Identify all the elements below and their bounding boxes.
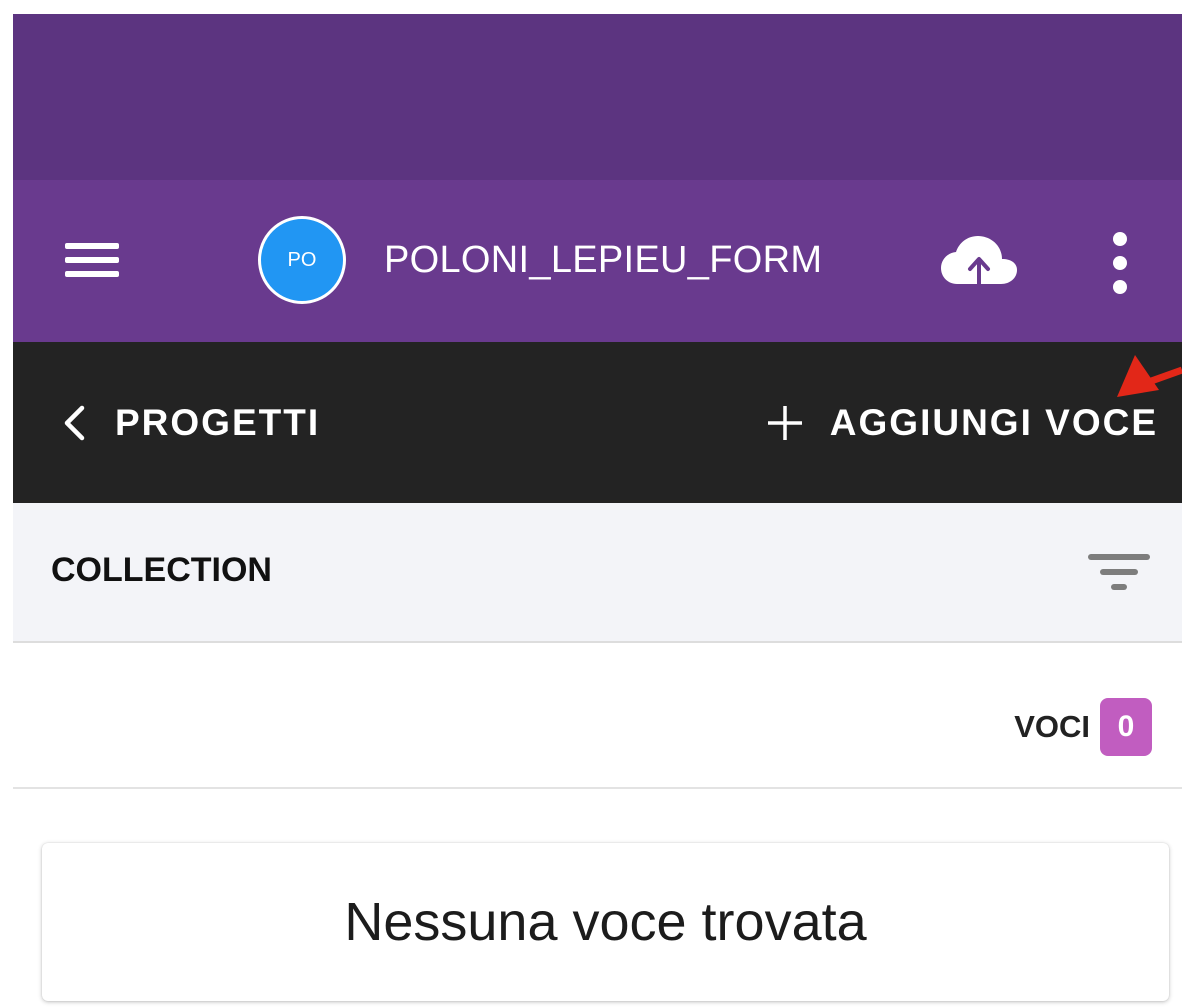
project-avatar[interactable]: PO <box>258 216 346 304</box>
app-screen: PO POLONI_LEPIEU_FORM PROGETTI AGGIUNGI … <box>13 14 1182 1007</box>
status-bar <box>13 14 1182 180</box>
collection-header: COLLECTION <box>13 503 1182 643</box>
chevron-left-icon <box>64 405 85 441</box>
items-count-row: VOCI 0 <box>13 643 1182 789</box>
cloud-upload-icon <box>941 236 1017 288</box>
back-label: PROGETTI <box>115 402 321 443</box>
collection-title: COLLECTION <box>51 551 272 589</box>
upload-button[interactable] <box>940 233 1018 291</box>
back-to-projects-button[interactable]: PROGETTI <box>63 397 320 449</box>
add-item-button[interactable]: AGGIUNGI VOCE <box>766 397 1158 449</box>
nav-bar: PROGETTI AGGIUNGI VOCE <box>13 342 1182 503</box>
project-title: POLONI_LEPIEU_FORM <box>384 239 823 281</box>
add-item-label: AGGIUNGI VOCE <box>829 402 1158 443</box>
app-bar: PO POLONI_LEPIEU_FORM <box>13 180 1182 342</box>
filter-icon <box>1088 554 1150 590</box>
more-vert-icon <box>1113 232 1127 246</box>
items-count-badge: 0 <box>1100 698 1152 756</box>
menu-button[interactable] <box>65 240 121 280</box>
avatar-initials: PO <box>287 248 317 271</box>
filter-button[interactable] <box>1086 553 1152 593</box>
empty-state-message: Nessuna voce trovata <box>344 892 867 952</box>
hamburger-menu-icon <box>65 243 119 249</box>
empty-state-card: Nessuna voce trovata <box>42 843 1169 1001</box>
items-count-label: VOCI <box>1014 709 1090 744</box>
red-arrow-annotation <box>1117 355 1182 397</box>
items-count: VOCI 0 <box>1014 698 1152 756</box>
more-options-button[interactable] <box>1103 230 1139 296</box>
plus-icon <box>767 406 802 440</box>
